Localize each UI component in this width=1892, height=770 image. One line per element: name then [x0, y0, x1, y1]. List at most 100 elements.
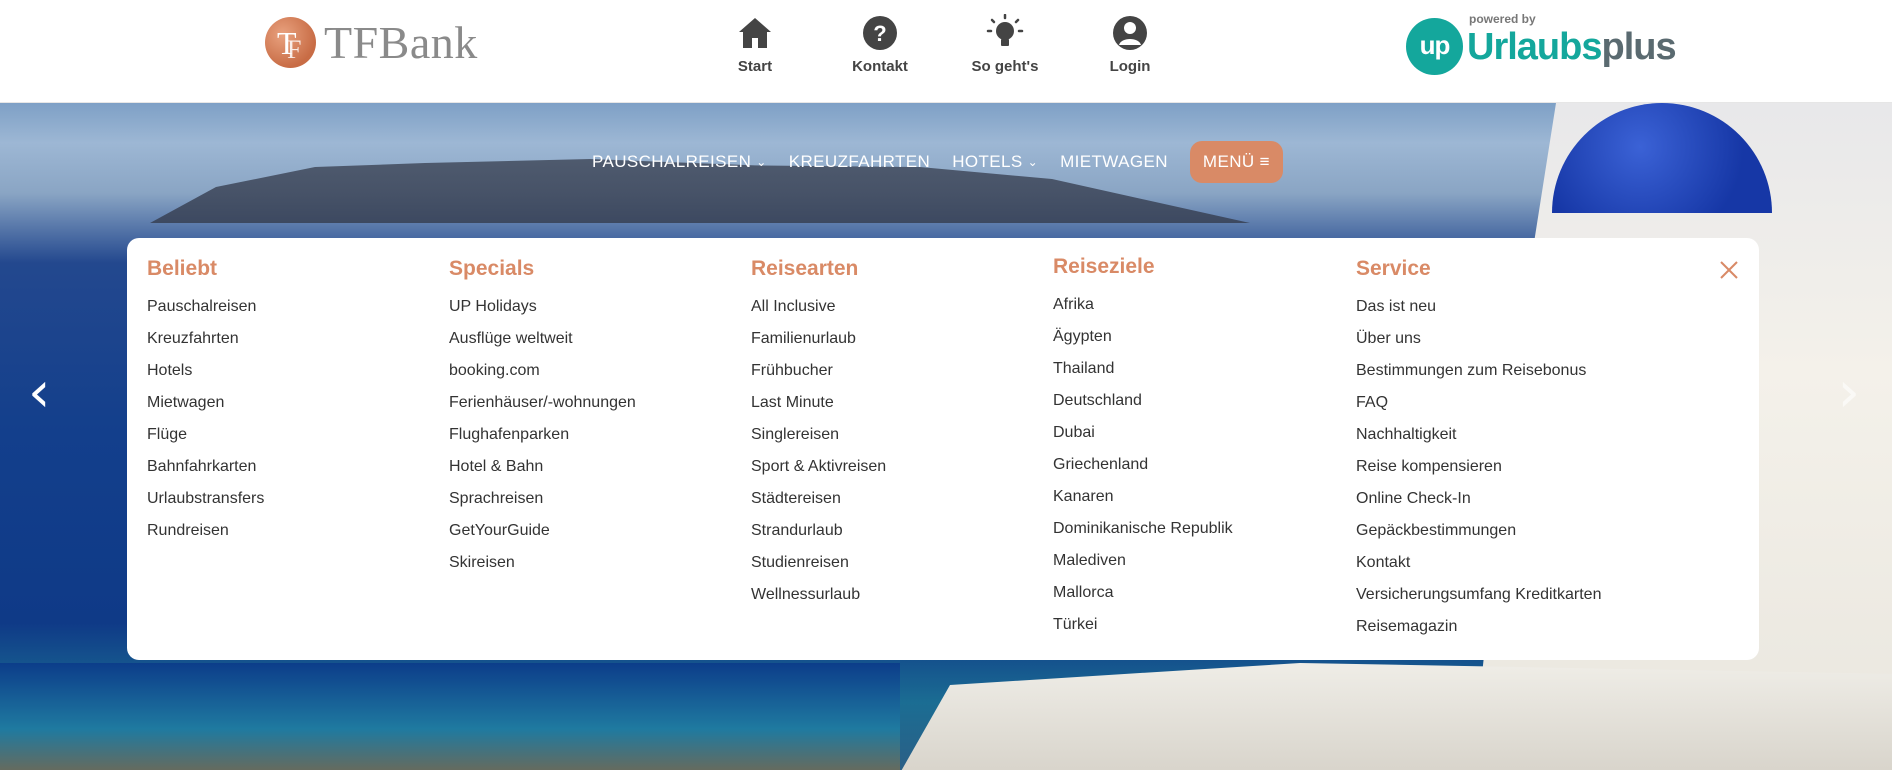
mega-menu-link[interactable]: Ägypten [1053, 321, 1233, 353]
mega-menu-link[interactable]: Hotels [147, 355, 264, 387]
urlaubsplus-wordmark-b: plus [1601, 26, 1676, 68]
main-nav-kreuzfahrten[interactable]: KREUZFAHRTEN [789, 152, 930, 172]
mega-menu-link[interactable]: Ausflüge weltweit [449, 323, 636, 355]
mega-menu-link[interactable]: GetYourGuide [449, 515, 636, 547]
mega-menu-column-title: Reisearten [751, 257, 859, 280]
nav-start-label: Start [737, 58, 773, 75]
mega-menu-link[interactable]: Familienurlaub [751, 323, 886, 355]
mega-menu-column-service: Service Das ist neu Über uns Bestimmungen z… [1356, 257, 1601, 643]
main-nav-mietwagen[interactable]: MIETWAGEN [1060, 152, 1168, 172]
mega-menu-link[interactable]: Reise kompensieren [1356, 451, 1601, 483]
mega-menu-column-specials: Specials UP Holidays Ausflüge weltweit book… [449, 257, 636, 579]
mega-menu-link[interactable]: Städtereisen [751, 483, 886, 515]
mega-menu-link[interactable]: Kontakt [1356, 547, 1601, 579]
mega-menu-column-title: Specials [449, 257, 535, 280]
nav-login[interactable]: Login [1080, 14, 1180, 75]
mega-menu-link[interactable]: Sprachreisen [449, 483, 636, 515]
mega-menu-link[interactable]: Versicherungsumfang Kreditkarten [1356, 579, 1601, 611]
mega-menu-link[interactable]: Türkei [1053, 609, 1233, 641]
mega-menu-link[interactable]: Mallorca [1053, 577, 1233, 609]
mega-menu-link[interactable]: Flughafenparken [449, 419, 636, 451]
main-nav-pauschalreisen-label: PAUSCHALREISEN [592, 152, 752, 171]
chevron-down-icon: ⌄ [756, 155, 767, 169]
mega-menu-link[interactable]: Last Minute [751, 387, 886, 419]
mega-menu-list: All Inclusive Familienurlaub Frühbucher Las… [751, 291, 886, 611]
nav-kontakt[interactable]: ? Kontakt [830, 14, 930, 75]
urlaubsplus-logo[interactable]: powered by up Urlaubsplus [1406, 12, 1677, 76]
mega-menu-link[interactable]: Bahnfahrkarten [147, 451, 264, 483]
mega-menu-link[interactable]: Nachhaltigkeit [1356, 419, 1601, 451]
nav-so-gehts-label: So geht's [971, 58, 1039, 75]
mega-menu-link[interactable]: Thailand [1053, 353, 1233, 385]
mega-menu-column-title: Beliebt [147, 257, 218, 280]
urlaubsplus-wordmark: Urlaubsplus [1467, 26, 1677, 69]
hero-background-coast [0, 663, 900, 770]
mega-menu-link[interactable]: Strandurlaub [751, 515, 886, 547]
mega-menu-link[interactable]: Deutschland [1053, 385, 1233, 417]
nav-start[interactable]: Start [705, 14, 805, 75]
mega-menu-link[interactable]: Urlaubstransfers [147, 483, 264, 515]
mega-menu-link[interactable]: Mietwagen [147, 387, 264, 419]
mega-menu-link[interactable]: Griechenland [1053, 449, 1233, 481]
mega-menu-column-reiseziele: Reiseziele Afrika Ägypten Thailand Deutschla… [1053, 255, 1233, 641]
mega-menu-link[interactable]: Das ist neu [1356, 291, 1601, 323]
mega-menu-link[interactable]: Ferienhäuser/-wohnungen [449, 387, 636, 419]
mega-menu-link[interactable]: Kreuzfahrten [147, 323, 264, 355]
mega-menu-link[interactable]: Dubai [1053, 417, 1233, 449]
tfbank-logo-text: TFBank [324, 16, 478, 68]
main-nav-mietwagen-label: MIETWAGEN [1060, 152, 1168, 171]
mega-menu-link[interactable]: Frühbucher [751, 355, 886, 387]
lightbulb-icon [986, 14, 1024, 46]
main-nav-pauschalreisen[interactable]: PAUSCHALREISEN ⌄ [592, 152, 767, 172]
carousel-next-button[interactable]: › [1838, 365, 1860, 421]
mega-menu-link[interactable]: Bestimmungen zum Reisebonus [1356, 355, 1601, 387]
mega-menu-link[interactable]: UP Holidays [449, 291, 636, 323]
question-icon: ? [863, 16, 897, 50]
mega-menu-link[interactable]: Über uns [1356, 323, 1601, 355]
tfbank-logo[interactable]: T F TFBank [265, 16, 478, 68]
user-icon [1113, 16, 1147, 50]
mega-menu-link[interactable]: Sport & Aktivreisen [751, 451, 886, 483]
mega-menu-list: UP Holidays Ausflüge weltweit booking.com F… [449, 291, 636, 579]
mega-menu-link[interactable]: Gepäckbestimmungen [1356, 515, 1601, 547]
mega-menu-link[interactable]: All Inclusive [751, 291, 886, 323]
mega-menu-link[interactable]: booking.com [449, 355, 636, 387]
carousel-prev-button[interactable]: ‹ [28, 365, 50, 421]
mega-menu-link[interactable]: Rundreisen [147, 515, 264, 547]
urlaubsplus-mark-icon: up [1406, 18, 1463, 75]
close-icon[interactable] [1717, 258, 1741, 282]
urlaubsplus-wordmark-a: Urlaubs [1467, 26, 1602, 68]
nav-login-label: Login [1109, 58, 1151, 75]
mega-menu-link[interactable]: Singlereisen [751, 419, 886, 451]
mega-menu-link[interactable]: Online Check-In [1356, 483, 1601, 515]
mega-menu-link[interactable]: Afrika [1053, 289, 1233, 321]
mega-menu-link[interactable]: Dominikanische Republik [1053, 513, 1233, 545]
hero-background-terrace [900, 663, 1892, 770]
mega-menu-link[interactable]: FAQ [1356, 387, 1601, 419]
mega-menu-column-title: Reiseziele [1053, 255, 1155, 278]
main-nav-hotels[interactable]: HOTELS ⌄ [952, 152, 1038, 172]
mega-menu-link[interactable]: Studienreisen [751, 547, 886, 579]
mega-menu-link[interactable]: Wellnessurlaub [751, 579, 886, 611]
chevron-down-icon: ⌄ [1027, 155, 1039, 169]
powered-by-text: powered by [1469, 12, 1536, 26]
mega-menu-link[interactable]: Flüge [147, 419, 264, 451]
mega-menu-link[interactable]: Skireisen [449, 547, 636, 579]
mega-menu-link[interactable]: Hotel & Bahn [449, 451, 636, 483]
menu-button[interactable]: MENÜ ≡ [1189, 141, 1284, 183]
main-nav: PAUSCHALREISEN ⌄ KREUZFAHRTEN HOTELS ⌄ M… [592, 141, 1284, 183]
mega-menu-link[interactable]: Kanaren [1053, 481, 1233, 513]
mega-menu-list: Das ist neu Über uns Bestimmungen zum Reis… [1356, 291, 1601, 643]
nav-so-gehts[interactable]: So geht's [955, 14, 1055, 75]
mega-menu-list: Pauschalreisen Kreuzfahrten Hotels Mietwage… [147, 291, 264, 547]
mega-menu-link[interactable]: Malediven [1053, 545, 1233, 577]
mega-menu-column-reisearten: Reisearten All Inclusive Familienurlaub Frü… [751, 257, 886, 611]
mega-menu-link[interactable]: Pauschalreisen [147, 291, 264, 323]
mega-menu-list: Afrika Ägypten Thailand Deutschland Dubai Gri… [1053, 289, 1233, 641]
mega-menu-link[interactable]: Reisemagazin [1356, 611, 1601, 643]
mega-menu: Beliebt Pauschalreisen Kreuzfahrten Hotels M… [127, 238, 1759, 660]
svg-text:?: ? [873, 21, 886, 46]
svg-text:F: F [287, 35, 301, 64]
nav-kontakt-label: Kontakt [852, 58, 908, 75]
mega-menu-column-title: Service [1356, 257, 1431, 280]
